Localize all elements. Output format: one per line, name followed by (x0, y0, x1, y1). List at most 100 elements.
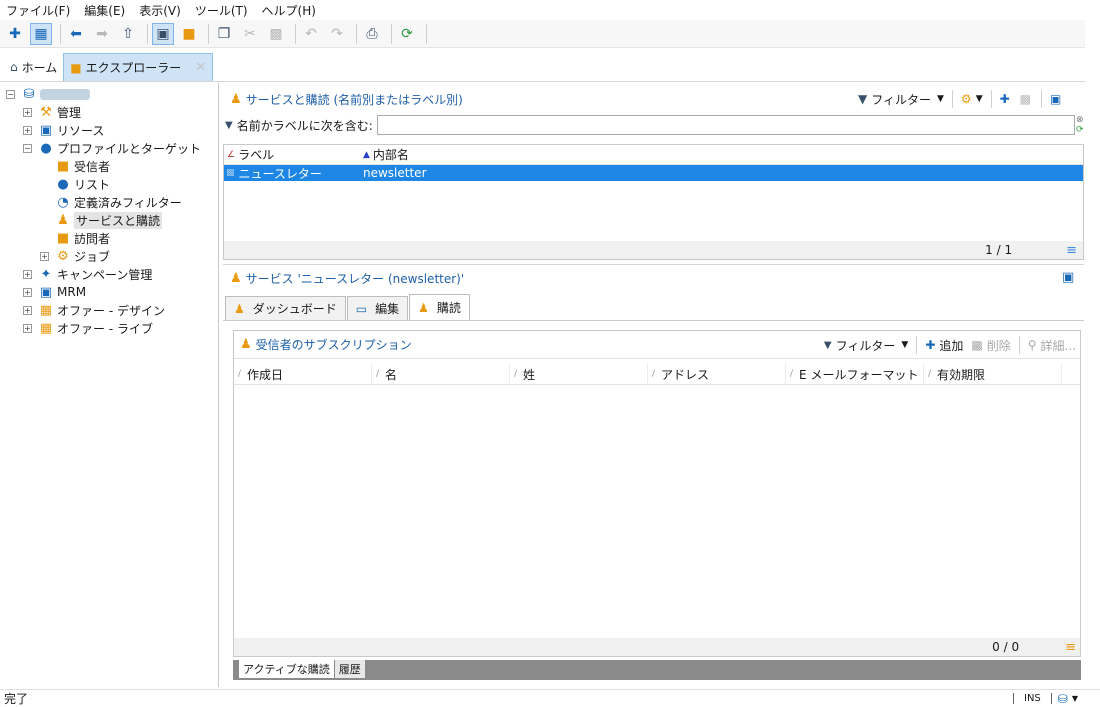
menu-view[interactable]: 表示(V) (139, 2, 181, 19)
chevron-down-icon[interactable]: ▼ (1072, 694, 1078, 703)
trash-icon[interactable]: ▩ (1020, 92, 1031, 106)
menu-edit[interactable]: 編集(E) (84, 2, 125, 19)
column-header-internal-name[interactable]: ▲ 内部名 (363, 146, 1083, 163)
grid-menu-icon[interactable]: ≡ (1065, 640, 1076, 655)
cut-icon[interactable]: ✂ (239, 23, 261, 45)
tree-item-jobs[interactable]: + ⚙ ジョブ (0, 247, 218, 265)
funnel-icon: ▼ (858, 92, 868, 106)
subscriptions-title: 受信者のサブスクリプション (255, 338, 412, 352)
tree-item-offer-design[interactable]: + ▦ オファー - デザイン (0, 301, 218, 319)
expand-icon[interactable]: + (23, 107, 32, 117)
print-icon[interactable]: ⎙ (361, 23, 383, 45)
recipients-folder-icon: ■ (56, 158, 70, 174)
settings-gear-icon[interactable]: ⚙ (961, 92, 972, 106)
expand-icon[interactable]: + (40, 251, 49, 261)
view-toggle-icon[interactable]: ▦ (30, 22, 52, 45)
close-tab-icon[interactable]: ✕ (195, 60, 206, 75)
grid-menu-icon[interactable]: ≡ (1066, 243, 1077, 258)
tree-item-visitors[interactable]: ■ 訪問者 (0, 229, 218, 247)
add-button[interactable]: ✚ 追加 (925, 337, 963, 354)
subscriptions-filter-button[interactable]: ▼ フィルター ▼ (824, 337, 908, 354)
column-header-expiry[interactable]: ∕ 有効期限 (924, 363, 1062, 385)
tree-item-admin[interactable]: + ⚒ 管理 (0, 103, 218, 121)
tab-subscriptions[interactable]: ♟ 購読 (409, 294, 470, 320)
new-item-icon[interactable]: ✚ (1000, 92, 1010, 106)
refresh-icon[interactable]: ⟳ (396, 23, 418, 45)
tree-item-recipients[interactable]: ■ 受信者 (0, 157, 218, 175)
preview-icon[interactable]: ▣ (152, 22, 174, 45)
toolbar-separator (951, 90, 953, 108)
tree-item-resources[interactable]: + ▣ リソース (0, 121, 218, 139)
expand-icon[interactable]: + (23, 305, 32, 315)
tab-explorer[interactable]: ■ エクスプローラー ✕ (63, 53, 214, 81)
redo-icon[interactable]: ↷ (326, 23, 348, 45)
column-header-last-name[interactable]: ∕ 姓 (510, 363, 648, 385)
database-icon: ⛁ (23, 86, 35, 102)
tab-edit[interactable]: ▭ 編集 (346, 296, 409, 320)
column-header-last-name-text: 姓 (523, 367, 536, 382)
parent-folder-icon[interactable]: ⇧ (117, 23, 139, 45)
expand-icon[interactable]: + (23, 287, 32, 297)
column-header-label-text: ラベル (238, 148, 275, 162)
toolbar-separator (356, 23, 357, 44)
table-row[interactable]: ▩ ニュースレター newsletter (224, 165, 1083, 181)
tree-root[interactable]: − ⛁ (0, 85, 218, 103)
paste-icon[interactable]: ▩ (265, 23, 287, 45)
toolbar-separator (391, 23, 392, 44)
column-header-label[interactable]: ∠ ラベル (224, 146, 363, 163)
tab-active-subscriptions[interactable]: アクティブな購読 (239, 660, 335, 678)
tree-label: キャンペーン管理 (57, 267, 153, 282)
tree-item-mrm[interactable]: + ▣ MRM (0, 283, 218, 301)
expand-icon[interactable]: + (23, 125, 32, 135)
search-icon: ⚲ (1027, 338, 1037, 352)
column-header-address[interactable]: ∕ アドレス (648, 363, 786, 385)
chevron-down-icon[interactable]: ▼ (976, 94, 983, 104)
tab-history[interactable]: 履歴 (334, 660, 366, 678)
expand-icon[interactable]: + (23, 323, 32, 333)
add-icon: ✚ (925, 338, 936, 352)
folder-icon[interactable]: ■ (178, 23, 200, 45)
maximize-icon[interactable]: ▣ (1050, 92, 1061, 106)
subscriptions-column-headers: ∕ 作成日 ∕ 名 ∕ 姓 ∕ アドレス ∕ E メールフォーマット ∕ 有効期限 (234, 363, 1080, 385)
details-button[interactable]: ⚲ 詳細... (1028, 337, 1076, 354)
filter-button[interactable]: ▼ フィルター ▼ (858, 91, 944, 108)
details-label: 詳細... (1040, 338, 1076, 353)
menu-help[interactable]: ヘルプ(H) (262, 2, 316, 19)
menu-tools[interactable]: ツール(T) (195, 2, 248, 19)
copy-icon[interactable]: ❐ (213, 23, 235, 45)
column-header-created[interactable]: ∕ 作成日 (234, 363, 372, 385)
tab-strip: ⌂ ホーム ■ エクスプローラー ✕ (0, 52, 1085, 82)
tree-item-predefined-filters[interactable]: ◔ 定義済みフィルター (0, 193, 218, 211)
chevron-down-icon: ▼ (937, 94, 944, 104)
sort-ascending-icon: ▲ (363, 149, 370, 160)
new-user-icon[interactable]: ✚ (4, 23, 26, 45)
tab-home[interactable]: ⌂ ホーム (4, 53, 63, 81)
expand-icon[interactable]: + (23, 269, 32, 279)
tree-item-services[interactable]: ♟ サービスと購読 (0, 211, 218, 229)
tree-item-lists[interactable]: ● リスト (0, 175, 218, 193)
tree-label: リスト (74, 177, 111, 192)
subscription-view-tabs: アクティブな購読 履歴 (233, 660, 1081, 680)
tree-item-campaigns[interactable]: + ✦ キャンペーン管理 (0, 265, 218, 283)
column-header-email-format[interactable]: ∕ E メールフォーマット (786, 363, 924, 385)
maximize-icon[interactable]: ▣ (1062, 270, 1074, 285)
back-arrow-icon[interactable]: ⬅ (65, 23, 87, 45)
delete-button[interactable]: ▩ 削除 (971, 337, 1010, 354)
collapse-icon[interactable]: − (6, 89, 15, 99)
undo-icon[interactable]: ↶ (300, 23, 322, 45)
clear-filter-icon[interactable]: ⊗ ⟳ (1076, 115, 1084, 135)
name-label-filter-input[interactable] (376, 115, 1075, 135)
tree-item-offer-live[interactable]: + ▦ オファー - ライブ (0, 319, 218, 337)
chevron-down-icon: ▼ (901, 340, 909, 350)
person-icon: ♟ (240, 337, 252, 352)
row-icon: ▩ (226, 168, 235, 178)
status-text: 完了 (4, 692, 29, 706)
column-header-first-name[interactable]: ∕ 名 (372, 363, 510, 385)
menu-bar: ファイル(F) 編集(E) 表示(V) ツール(T) ヘルプ(H) (0, 0, 1085, 20)
services-grid-header: ∠ ラベル ▲ 内部名 (224, 145, 1083, 165)
tab-dashboard[interactable]: ♟ ダッシュボード (225, 296, 346, 320)
tree-item-profiles[interactable]: − ● プロファイルとターゲット (0, 139, 218, 157)
forward-arrow-icon[interactable]: ➡ (91, 23, 113, 45)
collapse-icon[interactable]: − (23, 143, 32, 153)
menu-file[interactable]: ファイル(F) (6, 2, 70, 19)
